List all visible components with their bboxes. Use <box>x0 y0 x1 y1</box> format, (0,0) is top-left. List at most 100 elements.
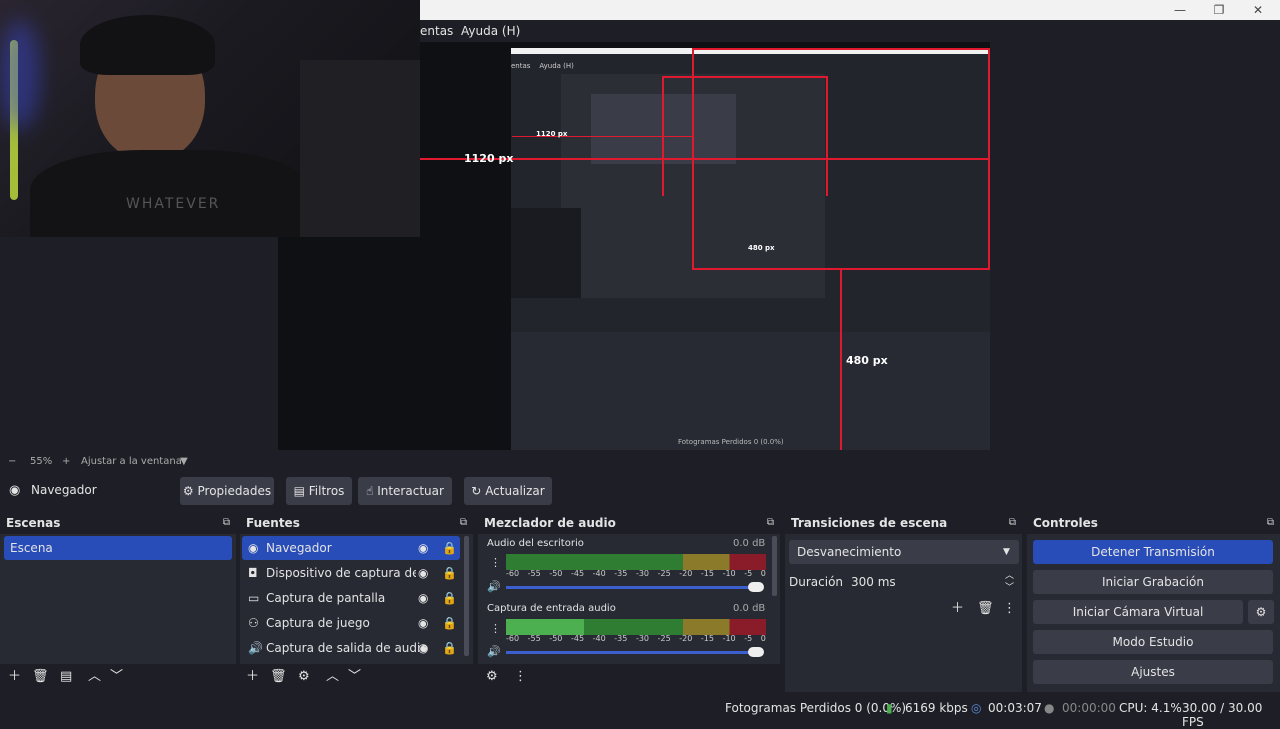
studio-mode-button[interactable]: Modo Estudio <box>1033 630 1273 654</box>
add-icon[interactable]: ＋ <box>8 670 21 684</box>
source-toolbar: ◉ Navegador ⚙ Propiedades ▤ Filtros ☝ In… <box>0 474 1280 508</box>
filter-icon: ▤ <box>293 484 305 498</box>
chevron-down-icon[interactable]: ﹀ <box>1005 576 1014 600</box>
meter-scale: -60 -55 -50 -45 -40 -35 -30 -25 -20 -15 -10 -5 0 <box>506 569 766 578</box>
zoom-out-button[interactable]: − <box>8 456 16 467</box>
record-icon: ● <box>1044 701 1055 715</box>
scrollbar[interactable] <box>772 536 777 596</box>
minimize-icon[interactable]: — <box>1160 0 1200 20</box>
speaker-icon[interactable]: 🔊 <box>487 645 501 658</box>
monitor-icon: ▭ <box>248 591 260 605</box>
transition-select[interactable]: Desvanecimiento ▼ <box>789 540 1019 564</box>
restore-icon[interactable]: ❐ <box>1199 0 1239 20</box>
kebab-icon[interactable]: ⋮ <box>490 556 501 569</box>
scene-item[interactable]: Escena <box>4 536 232 560</box>
gear-icon[interactable]: ⚙ <box>298 670 310 684</box>
lock-icon[interactable]: 🔒 <box>442 561 457 585</box>
lock-icon[interactable]: 🔒 <box>442 536 457 560</box>
broadcast-icon: ◎ <box>971 701 982 715</box>
add-icon[interactable]: ＋ <box>951 602 964 616</box>
lock-icon[interactable]: 🔒 <box>442 636 457 660</box>
zoom-in-button[interactable]: + <box>62 456 70 467</box>
chevron-down-icon[interactable]: ﹀ <box>348 670 361 684</box>
volume-slider-handle[interactable] <box>748 647 764 657</box>
chevron-up-icon[interactable]: ︿ <box>88 670 101 684</box>
chevron-up-icon[interactable]: ︿ <box>326 670 339 684</box>
mixer-settings-icon[interactable]: ⚙ <box>486 670 498 684</box>
popout-icon[interactable]: ⧉ <box>1267 512 1274 534</box>
kebab-icon[interactable]: ⋮ <box>514 670 527 684</box>
volume-slider[interactable] <box>506 651 758 654</box>
eye-icon[interactable]: ◉ <box>418 636 428 660</box>
trash-icon[interactable]: 🗑 <box>32 670 49 684</box>
source-item-display-capture[interactable]: ▭ Captura de pantalla ◉ 🔒 <box>242 586 460 610</box>
source-label: Captura de juego <box>266 616 370 630</box>
signal-icon: ▮ <box>886 701 893 715</box>
meter-scale: -60 -55 -50 -45 -40 -35 -30 -25 -20 -15 -10 -5 0 <box>506 634 766 643</box>
stop-stream-button[interactable]: Detener Transmisión <box>1033 540 1273 564</box>
camera-icon: ◘ <box>248 566 258 580</box>
kebab-icon[interactable]: ⋮ <box>1003 602 1016 616</box>
sources-title-bar: Fuentes ⧉ <box>240 512 473 534</box>
volume-slider-handle[interactable] <box>748 582 764 592</box>
speaker-icon: 🔊 <box>248 641 263 655</box>
source-label: Navegador <box>266 541 332 555</box>
gear-icon[interactable]: ⚙ <box>1248 600 1274 624</box>
guide-label-1120-small: 1120 px <box>536 130 568 138</box>
source-item-navegador[interactable]: ◉ Navegador ◉ 🔒 <box>242 536 460 560</box>
menu-ventanas[interactable]: entas <box>420 24 453 38</box>
eye-icon[interactable]: ◉ <box>418 536 428 560</box>
lock-icon[interactable]: 🔒 <box>442 611 457 635</box>
duration-spinbox[interactable]: 300 ms ︿ ﹀ <box>843 570 1019 594</box>
start-recording-button[interactable]: Iniciar Grabación <box>1033 570 1273 594</box>
source-label: Captura de salida de audio <box>266 641 428 655</box>
volume-meter <box>506 554 766 562</box>
pointer-icon: ☝ <box>366 484 374 498</box>
refresh-label: Actualizar <box>485 484 545 498</box>
source-item-audio-output[interactable]: 🔊 Captura de salida de audio ◉ 🔒 <box>242 636 460 660</box>
filters-label: Filtros <box>308 484 345 498</box>
source-label: Captura de pantalla <box>266 591 386 605</box>
scenes-toolbar: ＋ 🗑 ▤ ︿ ﹀ <box>0 664 236 692</box>
filter-icon[interactable]: ▤ <box>60 670 72 684</box>
volume-slider[interactable] <box>506 586 758 589</box>
zoom-fit-select[interactable]: Ajustar a la ventana <box>81 456 182 467</box>
scrollbar[interactable] <box>464 536 469 656</box>
virtual-camera-button[interactable]: Iniciar Cámara Virtual <box>1033 600 1243 624</box>
transition-selected: Desvanecimiento <box>797 545 902 559</box>
menu-ayuda[interactable]: Ayuda (H) <box>461 24 520 38</box>
scenes-dock: Escenas ⧉ Escena ＋ 🗑 ▤ ︿ ﹀ <box>0 512 236 692</box>
volume-meter <box>506 619 766 627</box>
refresh-button[interactable]: ↻ Actualizar <box>464 477 552 505</box>
chevron-down-icon[interactable]: ▼ <box>180 456 188 467</box>
eye-icon[interactable]: ◉ <box>418 611 428 635</box>
popout-icon[interactable]: ⧉ <box>223 512 230 534</box>
settings-button[interactable]: Ajustes <box>1033 660 1273 684</box>
interact-label: Interactuar <box>377 484 444 498</box>
eye-icon[interactable]: ◉ <box>418 586 428 610</box>
trash-icon[interactable]: 🗑 <box>270 670 287 684</box>
popout-icon[interactable]: ⧉ <box>460 512 467 534</box>
kebab-icon[interactable]: ⋮ <box>490 622 501 635</box>
sources-dock: Fuentes ⧉ ◉ Navegador ◉ 🔒 ◘ Dispositivo d… <box>240 512 473 692</box>
close-icon[interactable]: ✕ <box>1238 0 1278 20</box>
trash-icon[interactable]: 🗑 <box>977 602 994 616</box>
popout-icon[interactable]: ⧉ <box>1009 512 1016 534</box>
properties-button[interactable]: ⚙ Propiedades <box>180 477 274 505</box>
channel-db: 0.0 dB <box>733 603 766 614</box>
interact-button[interactable]: ☝ Interactuar <box>358 477 452 505</box>
zoom-bar: − 55% + Ajustar a la ventana ▼ <box>0 453 1280 471</box>
properties-label: Propiedades <box>197 484 272 498</box>
source-item-game-capture[interactable]: ⚇ Captura de juego ◉ 🔒 <box>242 611 460 635</box>
chevron-down-icon[interactable]: ﹀ <box>110 670 123 684</box>
source-item-capture-device[interactable]: ◘ Dispositivo de captura de vid ◉ 🔒 <box>242 561 460 585</box>
popout-icon[interactable]: ⧉ <box>767 512 774 534</box>
menu-bar: entas Ayuda (H) <box>420 20 1280 42</box>
speaker-icon[interactable]: 🔊 <box>487 580 501 593</box>
lock-icon[interactable]: 🔒 <box>442 586 457 610</box>
duration-value: 300 ms <box>851 575 896 589</box>
eye-icon[interactable]: ◉ <box>418 561 428 585</box>
gear-icon: ⚙ <box>182 484 194 498</box>
add-icon[interactable]: ＋ <box>246 670 259 684</box>
filters-button[interactable]: ▤ Filtros <box>286 477 352 505</box>
